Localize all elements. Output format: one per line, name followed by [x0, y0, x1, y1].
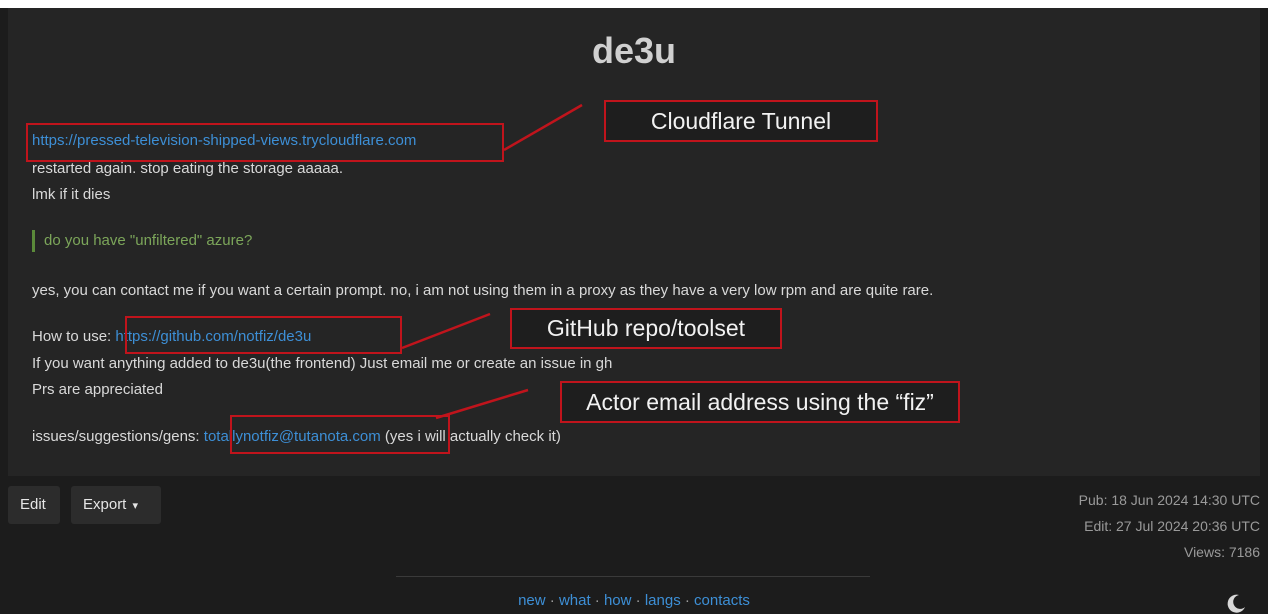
- footer-link-new[interactable]: new: [518, 592, 546, 609]
- footer-sep: ·: [545, 592, 559, 609]
- footer-sep: ·: [590, 592, 604, 609]
- annotation-connectors: [401, 103, 583, 420]
- chevron-down-icon: ▾: [132, 500, 139, 512]
- github-connector: [401, 312, 491, 350]
- footer-link-how[interactable]: how: [604, 592, 632, 609]
- published-date: Pub: 18 Jun 2024 14:30 UTC: [1078, 492, 1260, 508]
- export-button[interactable]: Export ▾: [71, 486, 161, 524]
- cloudflare-connector: [503, 103, 583, 152]
- moon-icon[interactable]: [1224, 592, 1248, 616]
- email-connector: [435, 388, 529, 420]
- footer-link-contacts[interactable]: contacts: [694, 592, 750, 609]
- footer-sep: ·: [631, 592, 645, 609]
- footer-link-what[interactable]: what: [559, 592, 591, 609]
- view-count: Views: 7186: [1183, 544, 1260, 560]
- page-frame: de3u https://pressed-television-shipped-…: [0, 8, 1268, 614]
- footer-nav: new · what · how · langs · contacts: [0, 592, 1268, 609]
- export-label: Export: [83, 496, 127, 513]
- footer-divider: [396, 576, 870, 577]
- edited-date: Edit: 27 Jul 2024 20:36 UTC: [1084, 518, 1260, 534]
- footer-sep: ·: [680, 592, 695, 609]
- footer-link-langs[interactable]: langs: [645, 592, 681, 609]
- edit-button[interactable]: Edit: [8, 486, 60, 524]
